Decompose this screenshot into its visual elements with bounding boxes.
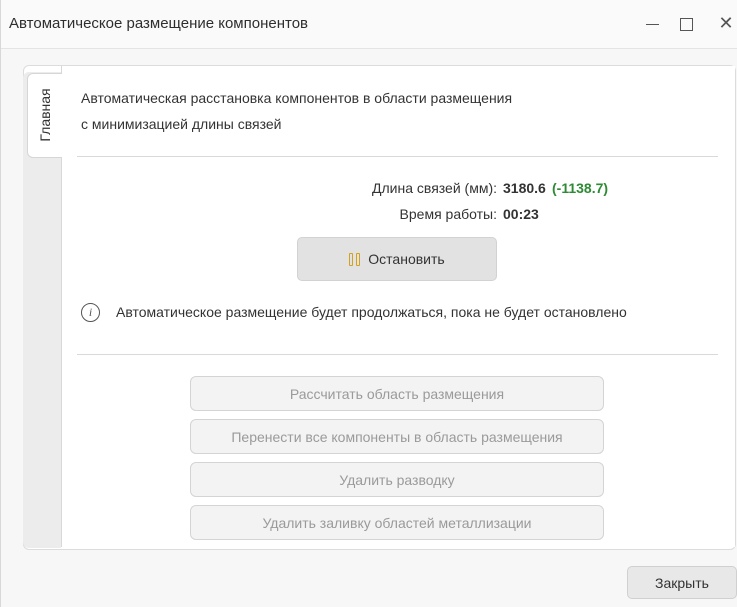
minimize-icon: [645, 23, 659, 25]
move-components-label: Перенести все компоненты в область разме…: [231, 428, 563, 445]
wire-length-delta: (-1138.7): [552, 180, 609, 196]
info-text: Автоматическое размещение будет продолжа…: [116, 304, 627, 320]
divider-top: [77, 156, 718, 157]
title-bar: Автоматическое размещение компонентов ✕: [1, 0, 737, 49]
calculate-area-label: Рассчитать область размещения: [289, 385, 505, 402]
info-icon: i: [81, 303, 100, 322]
close-button-label: Закрыть: [655, 574, 709, 591]
divider-bottom: [77, 354, 718, 355]
description-line-1: Автоматическая расстановка компонентов в…: [81, 90, 513, 106]
run-time-value: 00:23: [503, 206, 539, 222]
close-button[interactable]: Закрыть: [627, 566, 737, 599]
stop-button[interactable]: Остановить: [297, 237, 497, 281]
maximize-button[interactable]: [674, 12, 698, 36]
delete-routing-label: Удалить разводку: [339, 471, 455, 488]
wire-length-label: Длина связей (мм):: [372, 180, 497, 196]
close-icon: ✕: [718, 13, 734, 34]
run-time-label: Время работы:: [399, 206, 497, 222]
close-window-button[interactable]: ✕: [714, 12, 737, 36]
stop-button-label: Остановить: [368, 251, 445, 267]
delete-copper-pour-label: Удалить заливку областей металлизации: [262, 514, 532, 531]
maximize-icon: [679, 17, 693, 31]
move-components-button[interactable]: Перенести все компоненты в область разме…: [190, 419, 604, 454]
calculate-area-button[interactable]: Рассчитать область размещения: [190, 376, 604, 411]
minimize-button[interactable]: [640, 12, 664, 36]
tab-main-label[interactable]: Главная: [37, 88, 53, 141]
description-line-2: с минимизацией длины связей: [81, 116, 282, 132]
dialog-window: Автоматическое размещение компонентов ✕ …: [0, 0, 737, 607]
window-title: Автоматическое размещение компонентов: [9, 15, 309, 32]
pause-icon: [349, 252, 361, 266]
wire-length-value: 3180.6: [503, 180, 546, 196]
delete-routing-button[interactable]: Удалить разводку: [190, 462, 604, 497]
delete-copper-pour-button[interactable]: Удалить заливку областей металлизации: [190, 505, 604, 540]
